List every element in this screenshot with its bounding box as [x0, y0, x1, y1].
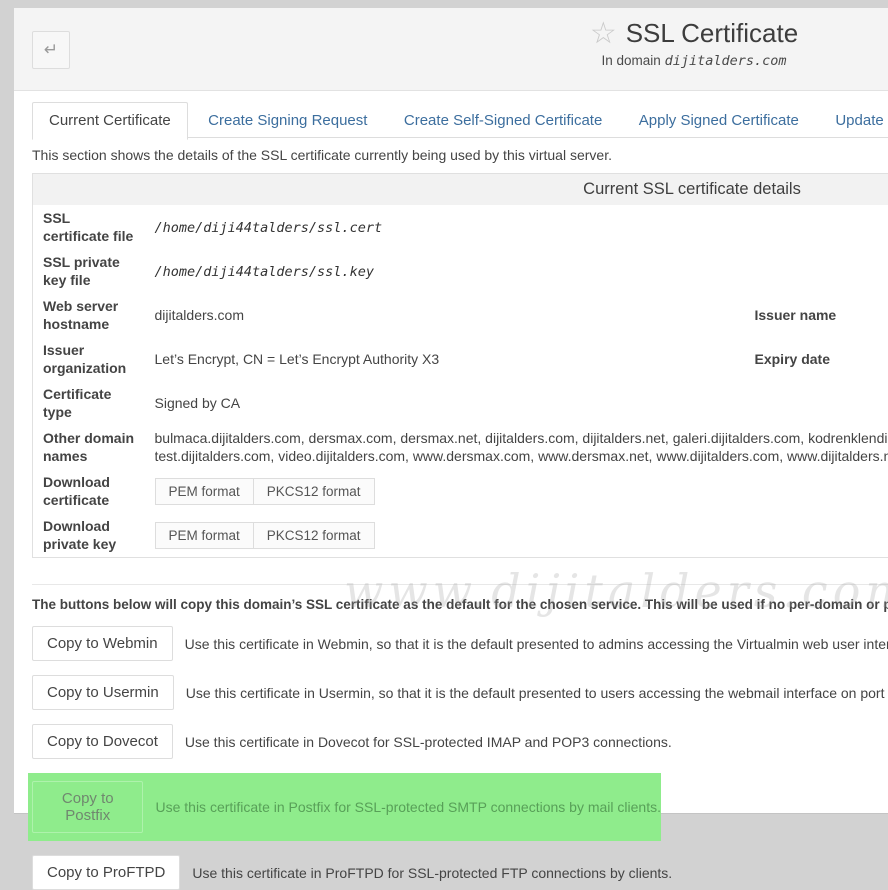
- star-icon[interactable]: ☆: [590, 19, 617, 49]
- subtitle-prefix: In domain: [602, 53, 661, 68]
- copy-to-webmin-description: Use this certificate in Webmin, so that …: [185, 636, 888, 652]
- section-description: This section shows the details of the SS…: [32, 147, 888, 163]
- row-label: Issuer organization: [33, 337, 145, 381]
- ssl-cert-file-value: /home/diji44talders/ssl.cert: [155, 220, 383, 236]
- tab-apply-signed-certificate[interactable]: Apply Signed Certificate: [623, 103, 815, 139]
- ssl-key-file-value: /home/diji44talders/ssl.key: [155, 264, 374, 280]
- table-row: Download certificate PEM format PKCS12 f…: [33, 469, 888, 513]
- issuer-name-label: Issuer name: [745, 293, 888, 337]
- table-row: Download private key PEM format PKCS12 f…: [33, 513, 888, 558]
- table-row: Certificate type Signed by CA: [33, 381, 888, 425]
- copy-to-webmin-button[interactable]: Copy to Webmin: [32, 626, 173, 661]
- title-block: ☆ SSL Certificate In domain dijitalders.…: [454, 18, 888, 69]
- row-label: SSL certificate file: [33, 205, 145, 249]
- download-private-key-buttons: PEM format PKCS12 format: [155, 522, 375, 549]
- copy-to-postfix-row: Copy to Postfix Use this certificate in …: [28, 773, 661, 841]
- table-row: SSL certificate file /home/diji44talders…: [33, 205, 888, 249]
- table-row: Issuer organization Let’s Encrypt, CN = …: [33, 337, 888, 381]
- pem-format-button[interactable]: PEM format: [155, 522, 254, 549]
- copy-to-postfix-button[interactable]: Copy to Postfix: [32, 781, 143, 833]
- tab-bar: Current Certificate Create Signing Reque…: [32, 101, 888, 138]
- content-panel: ↵ ☆ SSL Certificate In domain dijitalder…: [14, 8, 888, 814]
- row-label: Download certificate: [33, 469, 145, 513]
- copy-to-usermin-description: Use this certificate in Usermin, so that…: [186, 685, 888, 701]
- copy-to-webmin-row: Copy to Webmin Use this certificate in W…: [32, 626, 888, 661]
- pkcs12-format-button[interactable]: PKCS12 format: [254, 522, 375, 549]
- page-title: SSL Certificate: [626, 18, 798, 49]
- copy-to-proftpd-row: Copy to ProFTPD Use this certificate in …: [32, 855, 888, 890]
- tab-create-signing-request[interactable]: Create Signing Request: [192, 103, 383, 139]
- copy-to-postfix-description: Use this certificate in Postfix for SSL-…: [155, 799, 661, 815]
- issuer-organization-value: Let’s Encrypt, CN = Let’s Encrypt Author…: [145, 337, 745, 381]
- section-divider: [32, 584, 888, 585]
- copy-to-dovecot-description: Use this certificate in Dovecot for SSL-…: [185, 734, 672, 750]
- table-title: Current SSL certificate details: [33, 174, 888, 206]
- copy-to-proftpd-button[interactable]: Copy to ProFTPD: [32, 855, 180, 890]
- domain-name: dijitalders.com: [665, 53, 787, 69]
- table-row: SSL private key file /home/diji44talders…: [33, 249, 888, 293]
- row-label: SSL private key file: [33, 249, 145, 293]
- table-row: Web server hostname dijitalders.com Issu…: [33, 293, 888, 337]
- tab-current-certificate[interactable]: Current Certificate: [32, 102, 188, 140]
- page-header: ↵ ☆ SSL Certificate In domain dijitalder…: [14, 8, 888, 91]
- download-certificate-buttons: PEM format PKCS12 format: [155, 478, 375, 505]
- back-button[interactable]: ↵: [32, 31, 70, 69]
- expiry-date-label: Expiry date: [745, 337, 888, 381]
- table-row: Other domain names bulmaca.dijitalders.c…: [33, 425, 888, 469]
- row-label: Other domain names: [33, 425, 145, 469]
- pkcs12-format-button[interactable]: PKCS12 format: [254, 478, 375, 505]
- certificate-type-value: Signed by CA: [145, 381, 888, 425]
- certificate-details-table: Current SSL certificate details SSL cert…: [32, 173, 888, 558]
- copy-to-usermin-row: Copy to Usermin Use this certificate in …: [32, 675, 888, 710]
- return-arrow-icon: ↵: [44, 40, 58, 60]
- row-label: Web server hostname: [33, 293, 145, 337]
- row-label: Download private key: [33, 513, 145, 558]
- tab-update-certificate-and-key[interactable]: Update Certificate and Key: [819, 103, 888, 139]
- pem-format-button[interactable]: PEM format: [155, 478, 254, 505]
- copy-to-proftpd-description: Use this certificate in ProFTPD for SSL-…: [192, 865, 672, 881]
- copy-to-dovecot-button[interactable]: Copy to Dovecot: [32, 724, 173, 759]
- table-header-row: Current SSL certificate details: [33, 174, 888, 206]
- copy-to-usermin-button[interactable]: Copy to Usermin: [32, 675, 174, 710]
- row-label: Certificate type: [33, 381, 145, 425]
- copy-to-dovecot-row: Copy to Dovecot Use this certificate in …: [32, 724, 888, 759]
- tab-create-self-signed-certificate[interactable]: Create Self-Signed Certificate: [388, 103, 618, 139]
- copy-section-description: The buttons below will copy this domain’…: [32, 597, 888, 612]
- domain-subtitle: In domain dijitalders.com: [454, 53, 888, 69]
- web-server-hostname-value: dijitalders.com: [145, 293, 745, 337]
- other-domain-names-value: bulmaca.dijitalders.com, dersmax.com, de…: [145, 425, 888, 469]
